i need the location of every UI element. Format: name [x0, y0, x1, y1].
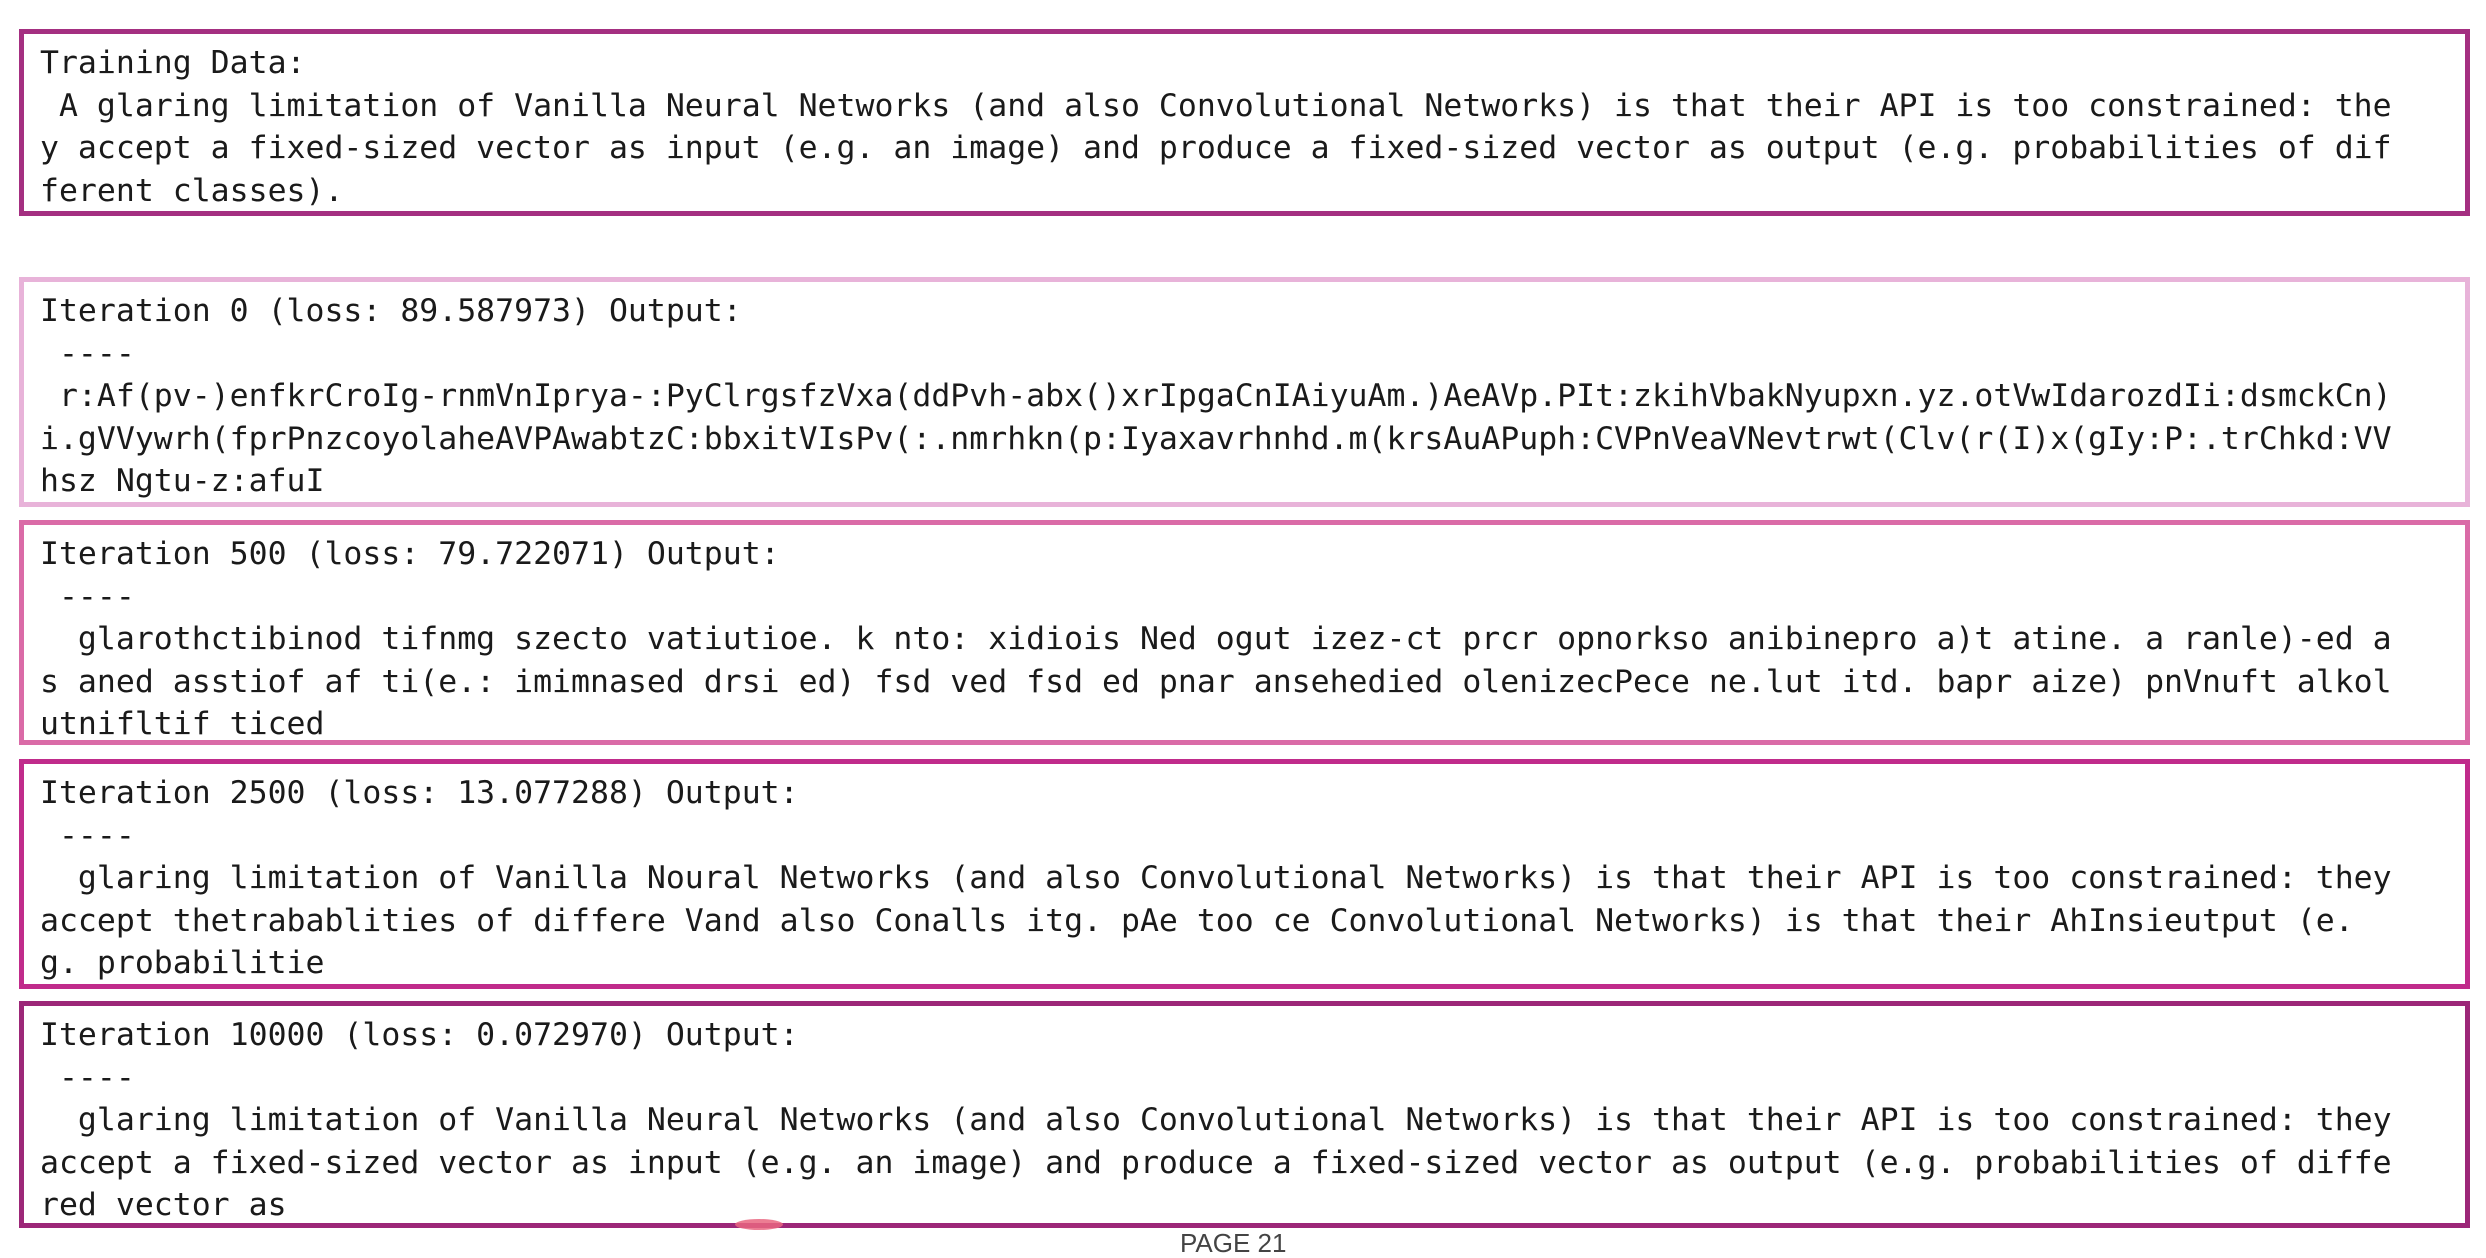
output-text-line: red vector as	[40, 1187, 287, 1223]
output-separator: ----	[40, 335, 135, 372]
iteration-header: Iteration 0 (loss: 89.587973) Output:	[40, 293, 742, 329]
iteration-500-panel: Iteration 500 (loss: 79.722071) Output: …	[19, 520, 2470, 745]
output-separator: ----	[40, 1059, 135, 1096]
output-text-line: glaring limitation of Vanilla Neural Net…	[40, 1102, 2392, 1138]
training-data-panel: Training Data: A glaring limitation of V…	[19, 29, 2470, 216]
training-data-header: Training Data:	[40, 45, 306, 81]
output-text-line: hsz Ngtu-z:afuI	[40, 463, 325, 499]
output-separator: ----	[40, 578, 135, 615]
iteration-header: Iteration 500 (loss: 79.722071) Output:	[40, 536, 780, 572]
output-text-line: s aned asstiof af ti(e.: imimnased drsi …	[40, 663, 2392, 700]
output-text-line: utnifltif ticed	[40, 706, 325, 742]
page-footer: PAGE 21	[1180, 1228, 1287, 1258]
training-text-line: ferent classes).	[40, 172, 344, 209]
output-separator: ----	[40, 817, 135, 854]
iteration-2500-panel: Iteration 2500 (loss: 13.077288) Output:…	[19, 759, 2470, 989]
iteration-header: Iteration 10000 (loss: 0.072970) Output:	[40, 1017, 799, 1053]
output-text-line: g. probabilitie	[40, 945, 325, 981]
training-text-line: y accept a fixed-sized vector as input (…	[40, 130, 2392, 166]
iteration-10000-panel: Iteration 10000 (loss: 0.072970) Output:…	[19, 1001, 2470, 1228]
training-text-line: A glaring limitation of Vanilla Neural N…	[40, 87, 2392, 124]
output-text-line: r:Af(pv-)enfkrCroIg-rnmVnIprya-:PyClrgsf…	[40, 378, 2392, 414]
output-text-line: i.gVVywrh(fprPnzcoyolaheAVPAwabtzC:bbxit…	[40, 420, 2392, 457]
pen-mark	[735, 1219, 783, 1230]
iteration-header: Iteration 2500 (loss: 13.077288) Output:	[40, 775, 799, 811]
output-text-line: glaring limitation of Vanilla Noural Net…	[40, 860, 2392, 896]
output-text-line: accept thetrabablities of differe Vand a…	[40, 902, 2354, 939]
output-text-line: accept a fixed-sized vector as input (e.…	[40, 1144, 2392, 1181]
output-text-line: glarothctibinod tifnmg szecto vatiutioe.…	[40, 621, 2392, 657]
iteration-0-panel: Iteration 0 (loss: 89.587973) Output: --…	[19, 277, 2470, 507]
